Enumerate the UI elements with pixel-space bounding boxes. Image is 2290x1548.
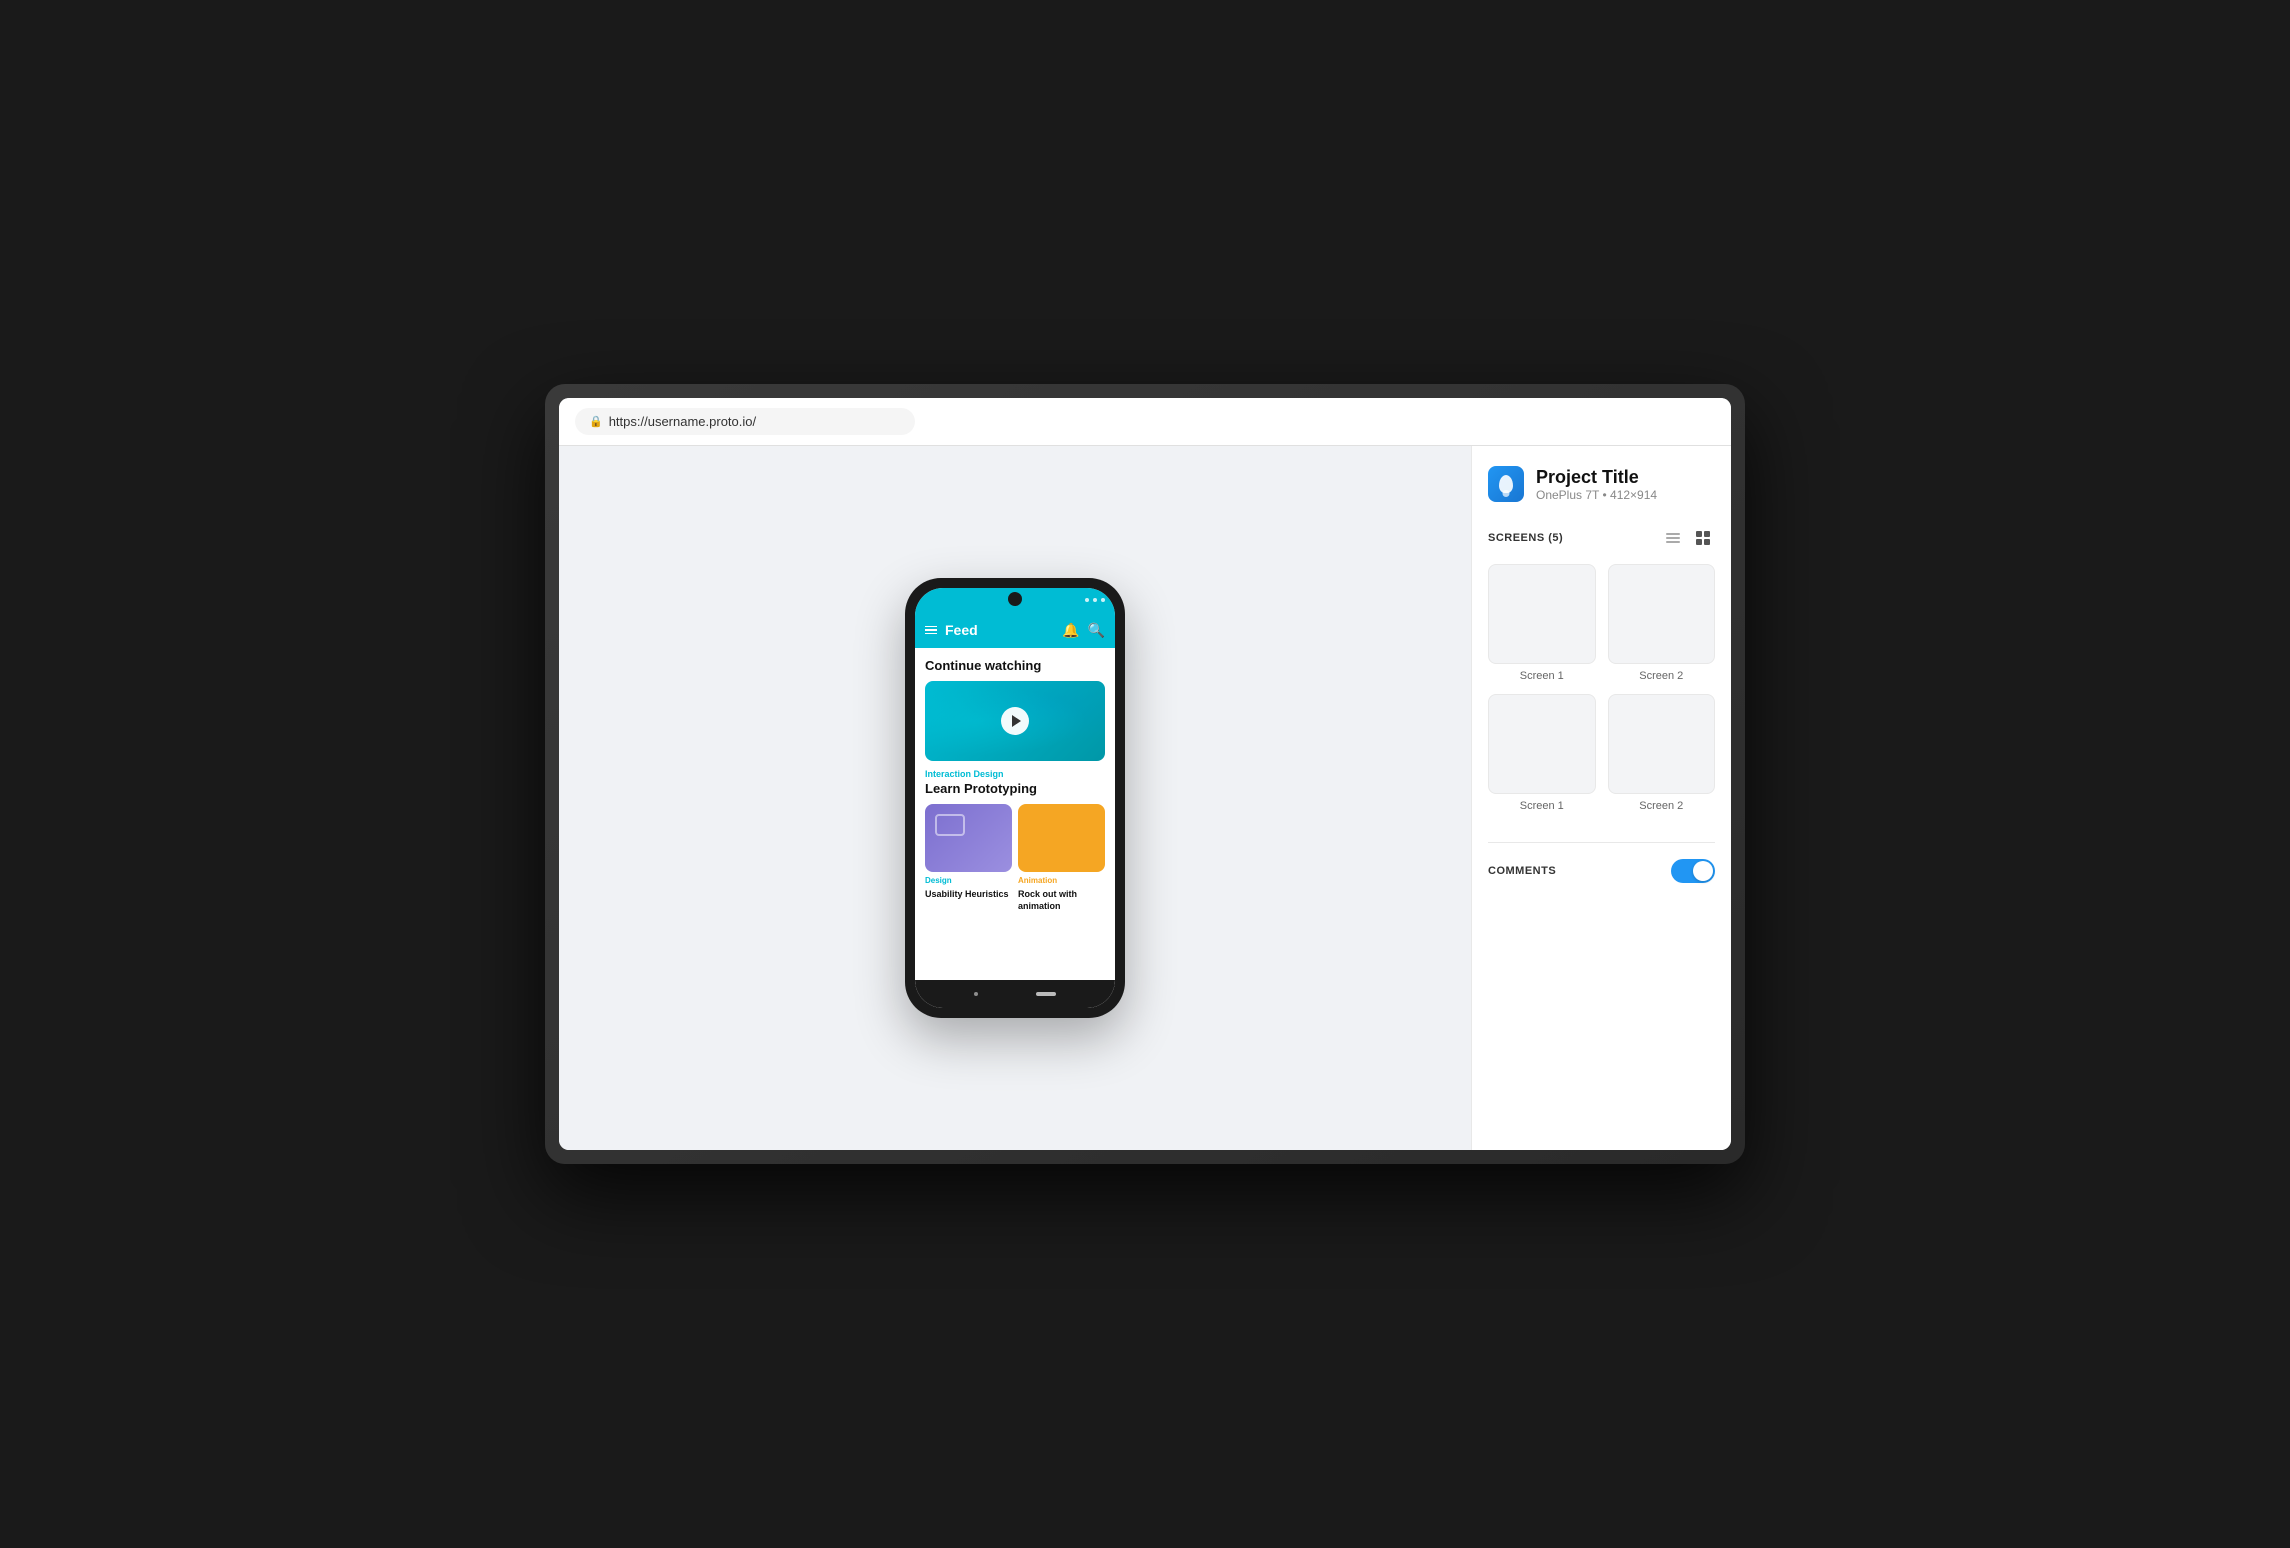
- search-icon[interactable]: 🔍: [1088, 622, 1105, 639]
- list-view-button[interactable]: [1661, 526, 1685, 550]
- category-title: Learn Prototyping: [925, 781, 1105, 796]
- design-card[interactable]: [925, 804, 1012, 872]
- grid-view-button[interactable]: [1691, 526, 1715, 550]
- comments-row: COMMENTS: [1488, 859, 1715, 883]
- screen-thumbnail-2: [1608, 564, 1716, 664]
- list-view-icon: [1666, 531, 1680, 545]
- avatar-shape: [1499, 475, 1513, 493]
- url-text: https://username.proto.io/: [609, 414, 756, 429]
- screen-thumbnail-1: [1488, 564, 1596, 664]
- signal-dot-2: [1093, 598, 1097, 602]
- project-header: Project Title OnePlus 7T • 412×914: [1488, 466, 1715, 502]
- video-thumbnail[interactable]: [925, 681, 1105, 761]
- animation-category: Animation: [1018, 876, 1105, 885]
- screen-name-4: Screen 2: [1608, 800, 1716, 812]
- project-title: Project Title: [1536, 467, 1657, 488]
- screen-bezel: 🔒 https://username.proto.io/: [559, 398, 1731, 1150]
- avatar-dot: [1503, 490, 1510, 497]
- animation-card[interactable]: [1018, 804, 1105, 872]
- hamburger-icon[interactable]: [925, 626, 937, 635]
- back-indicator[interactable]: [974, 992, 978, 996]
- screens-header: SCREENS (5): [1488, 526, 1715, 550]
- screen-name-2: Screen 2: [1608, 670, 1716, 682]
- divider: [1488, 842, 1715, 843]
- play-triangle-icon: [1012, 715, 1021, 727]
- continue-watching-title: Continue watching: [925, 658, 1105, 673]
- comments-toggle[interactable]: [1671, 859, 1715, 883]
- screen-item-2[interactable]: Screen 2: [1608, 564, 1716, 682]
- design-card-col: Design Usability Heuristics: [925, 804, 1012, 912]
- animation-desc: Rock out with animation: [1018, 889, 1105, 912]
- screen-item-1[interactable]: Screen 1: [1488, 564, 1596, 682]
- screen-thumbnail-4: [1608, 694, 1716, 794]
- signal-dot-1: [1085, 598, 1089, 602]
- screen-name-3: Screen 1: [1488, 800, 1596, 812]
- phone-content: Continue watching Interaction Design Lea…: [915, 648, 1115, 980]
- design-category: Design: [925, 876, 1012, 885]
- right-sidebar: Project Title OnePlus 7T • 412×914 SCREE…: [1471, 446, 1731, 1150]
- screen-name-1: Screen 1: [1488, 670, 1596, 682]
- screen-item-4[interactable]: Screen 2: [1608, 694, 1716, 812]
- animation-card-col: Animation Rock out with animation: [1018, 804, 1105, 912]
- play-button[interactable]: [1001, 707, 1029, 735]
- phone-bottom-bar: [915, 980, 1115, 1008]
- comments-label: COMMENTS: [1488, 865, 1671, 877]
- screens-label: SCREENS (5): [1488, 532, 1661, 544]
- project-info: Project Title OnePlus 7T • 412×914: [1536, 467, 1657, 502]
- project-device: OnePlus 7T • 412×914: [1536, 488, 1657, 502]
- view-toggle: [1661, 526, 1715, 550]
- notification-icon[interactable]: 🔔: [1062, 622, 1079, 639]
- toggle-knob: [1693, 861, 1713, 881]
- app-bar-title: Feed: [945, 622, 1054, 638]
- grid-view-icon: [1696, 531, 1710, 545]
- phone-app-bar: Feed 🔔 🔍: [915, 612, 1115, 648]
- signal-dot-3: [1101, 598, 1105, 602]
- phone-notch: [1008, 592, 1022, 606]
- main-content: Feed 🔔 🔍 Continue watching Interaction D…: [559, 446, 1731, 1150]
- home-indicator[interactable]: [1036, 992, 1056, 996]
- phone-screen: Feed 🔔 🔍 Continue watching Interaction D…: [915, 588, 1115, 1008]
- screens-grid: Screen 1 Screen 2 Screen 1 Screen 2: [1488, 564, 1715, 812]
- browser-bar: 🔒 https://username.proto.io/: [559, 398, 1731, 446]
- cards-row: Design Usability Heuristics Animation Ro…: [925, 804, 1105, 912]
- phone-frame: Feed 🔔 🔍 Continue watching Interaction D…: [905, 578, 1125, 1018]
- screen-item-3[interactable]: Screen 1: [1488, 694, 1596, 812]
- laptop-frame: 🔒 https://username.proto.io/: [545, 384, 1745, 1164]
- category-label: Interaction Design: [925, 769, 1105, 779]
- lock-icon: 🔒: [589, 415, 603, 428]
- screen-thumbnail-3: [1488, 694, 1596, 794]
- phone-preview-area: Feed 🔔 🔍 Continue watching Interaction D…: [559, 446, 1471, 1150]
- design-desc: Usability Heuristics: [925, 889, 1012, 901]
- browser-url-bar[interactable]: 🔒 https://username.proto.io/: [575, 408, 915, 435]
- project-avatar: [1488, 466, 1524, 502]
